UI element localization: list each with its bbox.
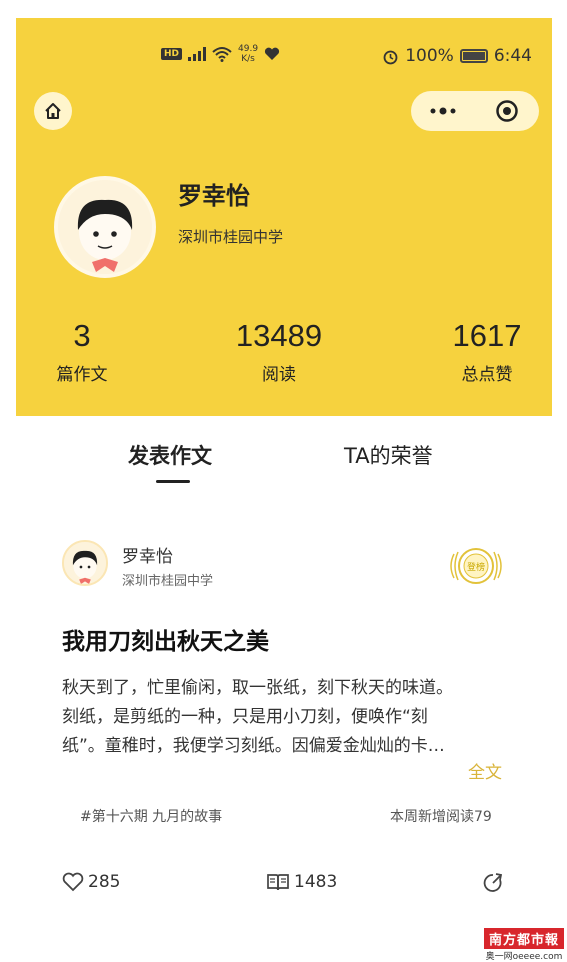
profile-school: 深圳市桂园中学 <box>178 228 284 246</box>
stat-value: 1617 <box>452 318 522 353</box>
like-button[interactable]: 285 <box>62 872 120 892</box>
excerpt-line: 刻纸，是剪纸的一种，只是用小刀刻，便唤作“刻 <box>62 707 428 727</box>
app-page: HD 49.9 K/s 100% 6:44 罗幸怡 深圳市桂园中学 3 篇作文 … <box>0 0 567 962</box>
clock-time: 6:44 <box>493 46 532 66</box>
close-button[interactable] <box>475 91 539 131</box>
author-school: 深圳市桂园中学 <box>122 574 214 589</box>
watermark-site: 奥一网oeeee.com <box>485 952 563 962</box>
full-text-link[interactable]: 全文 <box>468 758 502 783</box>
like-count: 285 <box>88 872 121 892</box>
share-button[interactable] <box>482 872 504 894</box>
stats-row: 3 篇作文 13489 阅读 1617 总点赞 <box>16 318 552 398</box>
home-button[interactable] <box>34 92 72 130</box>
newspaper-watermark: 南方都市報 奥一网oeeee.com <box>484 928 564 962</box>
avatar-illustration <box>64 542 106 584</box>
article-card[interactable]: 罗幸怡 深圳市桂园中学 登榜 我用刀刻出秋天之美 秋天到了，忙里偷闲，取一张纸，… <box>16 520 552 920</box>
profile-header: HD 49.9 K/s 100% 6:44 罗幸怡 深圳市桂园中学 3 篇作文 … <box>16 18 552 416</box>
battery-percent: 100% <box>405 46 454 66</box>
badge-text: 登榜 <box>466 563 485 573</box>
watermark-logo: 南方都市報 <box>484 928 564 949</box>
stat-label: 总点赞 <box>461 365 513 385</box>
mini-program-capsule <box>411 91 539 131</box>
excerpt-line: 秋天到了，忙里偷闲，取一张纸，刻下秋天的味道。 <box>62 678 453 698</box>
share-icon <box>483 873 503 892</box>
stat-reads[interactable]: 13489 阅读 <box>216 318 342 385</box>
read-count-value: 1483 <box>294 872 338 892</box>
speed-value: 49.9 <box>238 44 259 54</box>
battery-icon <box>459 49 488 63</box>
wifi-icon <box>212 47 232 62</box>
profile-name: 罗幸怡 <box>178 182 250 210</box>
stat-label: 阅读 <box>262 365 296 385</box>
active-tab-indicator <box>156 480 190 483</box>
author-name[interactable]: 罗幸怡 <box>122 542 173 567</box>
like-icon <box>62 872 84 892</box>
excerpt-line: 纸”。童稚时，我便学习刻纸。因偏爱金灿灿的卡… <box>62 736 445 756</box>
tab-bar: 发表作文 TA的荣誉 <box>16 416 552 500</box>
heart-status-icon <box>264 47 280 60</box>
stat-value: 13489 <box>235 318 323 353</box>
close-target-icon <box>496 100 518 122</box>
home-icon <box>45 103 61 119</box>
status-left: HD 49.9 K/s <box>161 44 280 64</box>
stat-label: 篇作文 <box>56 365 108 385</box>
author-avatar[interactable] <box>62 540 108 586</box>
status-right: 100% 6:44 <box>382 46 532 66</box>
tab-published-essays[interactable]: 发表作文 <box>128 440 212 470</box>
ranking-badge: 登榜 <box>446 540 506 592</box>
article-excerpt[interactable]: 秋天到了，忙里偷闲，取一张纸，刻下秋天的味道。 刻纸，是剪纸的一种，只是用小刀刻… <box>62 674 512 761</box>
more-button[interactable] <box>411 91 475 131</box>
stat-value: 3 <box>73 318 91 353</box>
avatar-illustration <box>58 180 152 274</box>
read-count[interactable]: 1483 <box>266 872 337 892</box>
alarm-icon <box>383 50 398 64</box>
status-bar: HD 49.9 K/s 100% 6:44 <box>16 18 552 96</box>
book-icon <box>267 874 289 891</box>
stat-likes[interactable]: 1617 总点赞 <box>434 318 540 385</box>
topic-tag[interactable]: #第十六期 九月的故事 <box>80 806 222 826</box>
tab-honors[interactable]: TA的荣誉 <box>344 440 433 470</box>
network-speed: 49.9 K/s <box>238 44 258 64</box>
more-icon <box>430 107 456 115</box>
profile-avatar <box>54 176 156 278</box>
weekly-reads: 本周新增阅读79 <box>390 809 492 825</box>
hd-badge: HD <box>161 48 183 60</box>
article-title[interactable]: 我用刀刻出秋天之美 <box>62 622 269 656</box>
speed-unit: K/s <box>241 54 255 64</box>
stat-essays[interactable]: 3 篇作文 <box>42 318 122 385</box>
article-actions: 285 1483 <box>16 872 552 902</box>
signal-icon <box>188 47 207 61</box>
